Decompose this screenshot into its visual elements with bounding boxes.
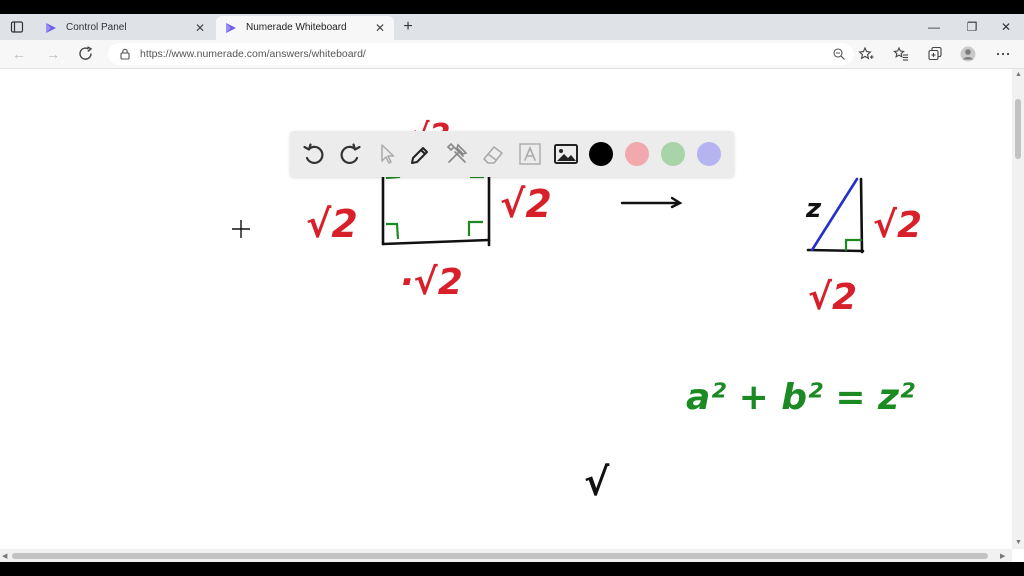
lock-icon[interactable] [118,47,132,61]
pointer-icon[interactable] [374,141,400,167]
whiteboard-canvas[interactable]: -√2 √2 √2 ·√2 z √2 √2 a² + b² = z² √ [0,69,1012,549]
close-window-button[interactable]: ✕ [988,14,1024,40]
tab-numerade-whiteboard[interactable]: Numerade Whiteboard ✕ [216,16,394,40]
tab-actions-icon[interactable] [10,20,24,34]
scroll-down-icon[interactable]: ▼ [1015,539,1022,546]
profile-avatar-icon[interactable] [960,46,976,62]
tab-close-icon[interactable]: ✕ [192,16,208,40]
left-side-label: √2 [306,202,358,246]
restore-button[interactable]: ❐ [954,14,990,40]
color-swatch-black[interactable] [589,142,613,166]
address-bar[interactable]: https://www.numerade.com/answers/whitebo… [108,43,854,65]
bottom-side-label: ·√2 [400,262,463,303]
favorites-icon[interactable] [893,46,909,62]
browser-window: Control Panel ✕ Numerade Whiteboard ✕ + … [0,14,1024,562]
tab-label: Numerade Whiteboard [246,22,347,33]
collections-icon[interactable] [927,46,943,62]
scroll-right-icon[interactable]: ▶ [1000,552,1005,560]
scroll-left-icon[interactable]: ◀ [2,552,7,560]
redo-icon[interactable] [337,141,363,167]
pythagorean-equation: a² + b² = z² [686,377,915,418]
crosshair-cursor-icon [232,220,250,238]
tab-label: Control Panel [66,22,127,33]
triangle-bottom-label: √2 [808,277,857,318]
refresh-icon[interactable] [76,44,96,64]
stray-sqrt-mark: √ [584,460,610,504]
color-swatch-pink[interactable] [625,142,649,166]
forward-button[interactable]: → [42,44,64,64]
url-text[interactable]: https://www.numerade.com/answers/whitebo… [140,43,366,65]
undo-icon[interactable] [301,141,327,167]
image-icon[interactable] [553,141,579,167]
tab-close-icon[interactable]: ✕ [372,16,388,40]
tab-strip: Control Panel ✕ Numerade Whiteboard ✕ + … [0,14,1024,40]
color-swatch-green[interactable] [661,142,685,166]
horizontal-scroll-thumb[interactable] [12,553,988,559]
vertical-scroll-thumb[interactable] [1015,99,1021,159]
triangle-z-label: z [805,194,822,224]
color-swatch-lavender[interactable] [697,142,721,166]
tools-icon[interactable] [444,141,470,167]
vertical-scrollbar[interactable]: ▲ ▼ [1012,69,1024,549]
more-options-icon[interactable] [995,46,1011,62]
numerade-favicon-icon [226,23,236,33]
tab-control-panel[interactable]: Control Panel ✕ [36,16,214,40]
right-side-label: √2 [500,182,552,226]
scroll-up-icon[interactable]: ▲ [1015,71,1022,78]
eraser-icon[interactable] [480,141,506,167]
text-icon[interactable] [517,141,543,167]
minimize-button[interactable]: — [916,14,952,40]
address-toolbar: ← → https://www.numerade.com/answers/whi… [0,40,1024,69]
whiteboard-toolbar [290,131,734,177]
horizontal-scrollbar[interactable]: ◀ ▶ [0,549,1012,562]
numerade-favicon-icon [46,23,56,33]
new-tab-button[interactable]: + [398,16,418,38]
triangle-right-label: √2 [873,205,922,246]
pen-icon[interactable] [408,141,434,167]
add-favorite-icon[interactable] [858,46,874,62]
arrow-shape [620,196,683,209]
back-button[interactable]: ← [8,44,30,64]
zoom-icon[interactable] [832,47,846,61]
